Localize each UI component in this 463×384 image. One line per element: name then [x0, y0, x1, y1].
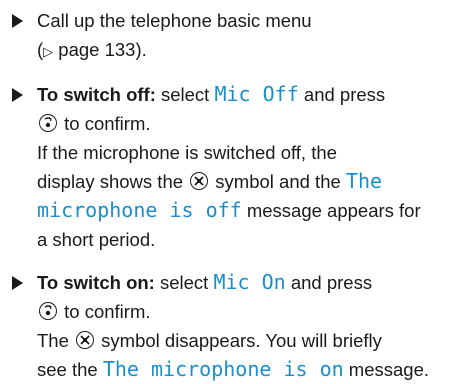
mic-off-symbol-icon — [76, 331, 95, 349]
display-text-mic-is-on: The microphone is on — [102, 357, 344, 381]
step-text: To switch off: select Mic Off and press — [37, 82, 386, 106]
step-text: To switch on: select Mic On and press — [37, 270, 373, 294]
mic-off-symbol-icon — [190, 172, 209, 190]
display-text-mic-on: Mic On — [213, 270, 286, 294]
display-text-mic-is-off: microphone is off — [37, 198, 242, 222]
controller-knob-icon — [39, 302, 57, 320]
step-text: Call up the telephone basic menu — [37, 10, 312, 31]
instruction-page: Call up the telephone basic menu (▷ page… — [0, 0, 463, 384]
display-text-the: The — [345, 169, 383, 193]
page-ref-icon: ▷ — [43, 44, 54, 59]
page-reference: (▷ page 133). — [37, 39, 147, 60]
step-arrow-icon — [12, 276, 23, 290]
step-call-menu: Call up the telephone basic menu (▷ page… — [10, 6, 463, 66]
step-arrow-icon — [12, 14, 23, 28]
step-lead: To switch off: — [37, 84, 156, 105]
step-lead: To switch on: — [37, 272, 155, 293]
step-switch-on: To switch on: select Mic On and press to… — [10, 268, 463, 384]
controller-knob-icon — [39, 114, 57, 132]
step-arrow-icon — [12, 88, 23, 102]
step-switch-off: To switch off: select Mic Off and press … — [10, 80, 463, 254]
display-text-mic-off: Mic Off — [214, 82, 299, 106]
